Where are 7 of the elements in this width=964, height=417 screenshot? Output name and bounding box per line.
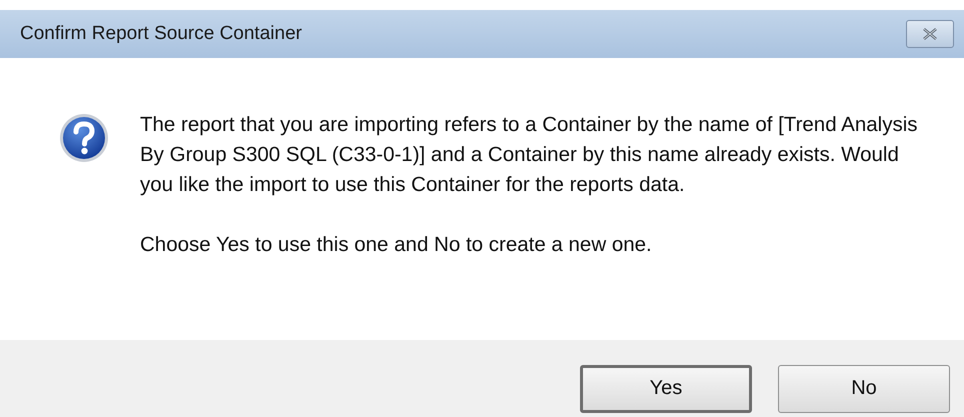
close-button[interactable]: [906, 20, 954, 48]
window-title: Confirm Report Source Container: [20, 23, 302, 45]
yes-button[interactable]: Yes: [580, 364, 752, 412]
message-text: Choose Yes to use this one and No to create a new one.: [140, 232, 653, 258]
question-icon: [58, 112, 110, 164]
no-button[interactable]: No: [778, 364, 950, 412]
message-text: The report that you are importing refers to a Container by the name of [Trend Analysis By Group S300 SQL (C33-0-1)] and a Container by this name already exists. Would you like the import to use this Container for the reports data.: [140, 112, 918, 198]
